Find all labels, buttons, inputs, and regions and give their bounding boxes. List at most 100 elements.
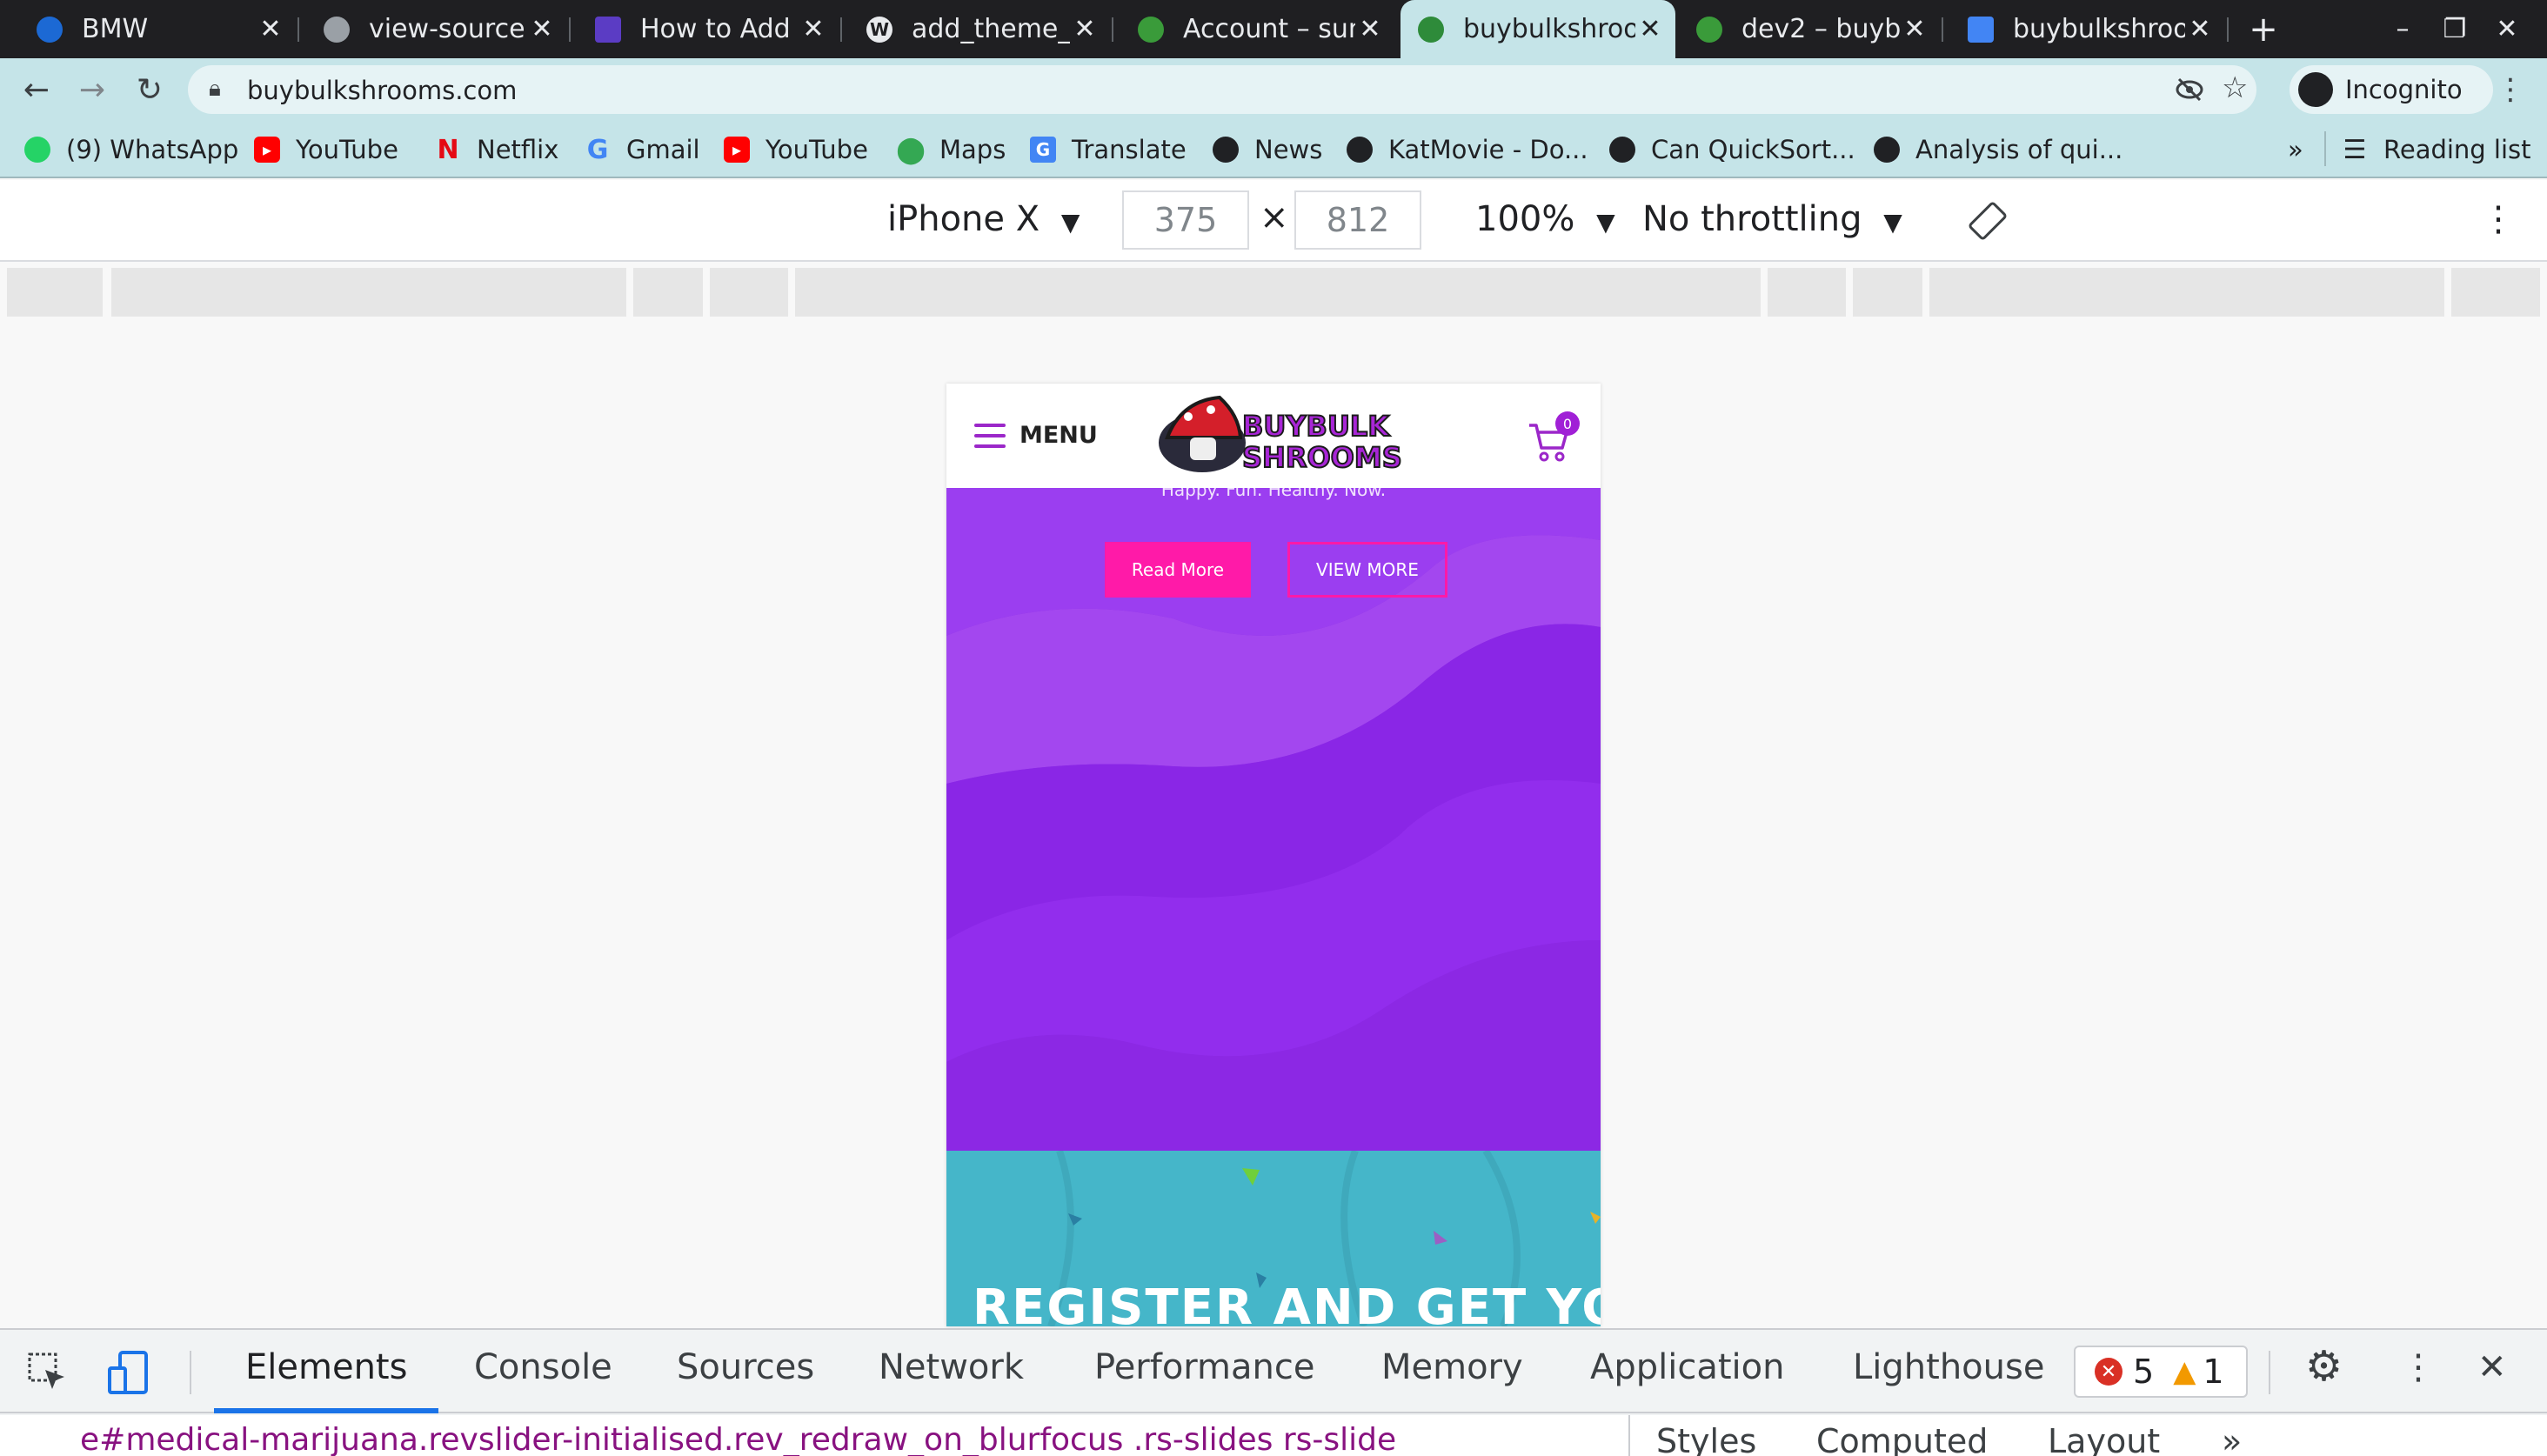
bookmark-item[interactable]: News (1213, 130, 1322, 170)
zoom-select[interactable]: 100% ▼ (1475, 199, 1615, 239)
media-query-segment[interactable] (7, 268, 103, 317)
bookmark-label: YouTube (765, 135, 868, 164)
devtools-tab-application[interactable]: Application (1590, 1347, 1785, 1387)
settings-gear-icon[interactable]: ⚙ (2305, 1342, 2343, 1391)
close-tab-icon[interactable]: ✕ (1070, 14, 1100, 44)
browser-tab[interactable]: How to Add a ✕ (578, 0, 839, 58)
tab-title: view-source:lo (369, 14, 527, 44)
bookmark-item[interactable]: ⬤ Maps (896, 130, 1006, 170)
browser-tab[interactable]: buybulkshroo ✕ (1950, 0, 2225, 58)
browser-toolbar: ← → ↻ 🔒︎ buybulkshrooms.com ☆ Incognito … (0, 58, 2547, 121)
dimension-separator: × (1260, 197, 1289, 237)
kebab-menu-icon[interactable]: ⋮ (2401, 1347, 2436, 1387)
devtools-tab-network[interactable]: Network (879, 1347, 1024, 1387)
browser-tab-active[interactable]: buybulkshroo ✕ (1401, 0, 1675, 58)
address-bar[interactable]: 🔒︎ buybulkshrooms.com ☆ (188, 65, 2256, 114)
view-more-button[interactable]: VIEW MORE (1287, 542, 1447, 598)
dom-breadcrumb[interactable]: e#medical-marijuana.revslider-initialise… (80, 1422, 1396, 1456)
device-select[interactable]: iPhone X ▼ (887, 199, 1080, 239)
close-tab-icon[interactable]: ✕ (256, 14, 285, 44)
media-query-segment[interactable] (710, 268, 788, 317)
bookmark-label: (9) WhatsApp (66, 135, 239, 164)
media-query-segment[interactable] (795, 268, 1761, 317)
bookmark-item[interactable]: Can QuickSort... (1609, 130, 1855, 170)
bookmark-item[interactable]: ▸ YouTube (254, 130, 398, 170)
close-tab-icon[interactable]: ✕ (1355, 14, 1385, 44)
width-input[interactable]: 375 (1122, 190, 1249, 250)
forward-arrow-icon[interactable]: → (73, 70, 111, 109)
issues-counter[interactable]: ✕ 5 ▲ 1 (2074, 1346, 2248, 1398)
tab-separator (297, 17, 299, 42)
close-tab-icon[interactable]: ✕ (527, 14, 557, 44)
dropdown-arrow-icon: ▼ (1596, 208, 1615, 237)
minimize-icon[interactable]: – (2377, 0, 2429, 58)
close-tab-icon[interactable]: ✕ (1900, 14, 1929, 44)
close-tab-icon[interactable]: ✕ (2185, 14, 2215, 44)
devtools-tab-performance[interactable]: Performance (1094, 1347, 1314, 1387)
devtools-tab-elements[interactable]: Elements (245, 1347, 407, 1387)
bookmark-item[interactable]: Analysis of qui... (1874, 130, 2122, 170)
devtools-tab-sources[interactable]: Sources (677, 1347, 814, 1387)
height-input[interactable]: 812 (1294, 190, 1421, 250)
bookmark-label: Translate (1072, 135, 1187, 164)
eye-slash-icon[interactable] (2175, 76, 2204, 104)
bookmark-item[interactable]: G Gmail (585, 130, 700, 170)
back-arrow-icon[interactable]: ← (17, 70, 56, 109)
close-devtools-icon[interactable]: ✕ (2477, 1347, 2507, 1387)
incognito-icon (2298, 72, 2333, 107)
media-query-segment[interactable] (1768, 268, 1846, 317)
browser-tab[interactable]: Account – sun ✕ (1120, 0, 1395, 58)
media-query-segment[interactable] (1929, 268, 2444, 317)
browser-tab[interactable]: BMW ✕ (19, 0, 296, 58)
hero-tagline: Happy. Fun. Healthy. Now. (1160, 488, 1387, 500)
bookmark-item[interactable]: (9) WhatsApp (24, 130, 238, 170)
browser-tab[interactable]: view-source:lo ✕ (306, 0, 567, 58)
divider (2269, 1351, 2270, 1394)
bookmark-item[interactable]: ▸ YouTube (724, 130, 868, 170)
bookmarks-overflow-button[interactable]: » (2288, 130, 2303, 170)
media-query-segment[interactable] (111, 268, 626, 317)
device-toggle-icon[interactable] (106, 1349, 153, 1396)
media-query-segment[interactable] (1853, 268, 1922, 317)
bookmarks-bar: (9) WhatsApp ▸ YouTube N Netflix G Gmail… (0, 121, 2547, 178)
bookmark-item[interactable]: G Translate (1030, 130, 1187, 170)
close-tab-icon[interactable]: ✕ (1635, 14, 1665, 44)
reading-list-button[interactable]: ☰ Reading list (2342, 130, 2531, 170)
rotate-icon[interactable] (1966, 199, 2009, 243)
dropdown-arrow-icon: ▼ (1883, 208, 1902, 237)
site-logo[interactable]: BUYBULK SHROOMS (1155, 389, 1407, 486)
browser-tab[interactable]: dev2 – buybul ✕ (1679, 0, 1940, 58)
styles-tab[interactable]: Styles (1656, 1422, 1756, 1456)
computed-tab[interactable]: Computed (1816, 1422, 1988, 1456)
new-tab-button[interactable]: + (2237, 0, 2290, 58)
devtools-tab-lighthouse[interactable]: Lighthouse (1853, 1347, 2044, 1387)
hamburger-menu-icon[interactable] (974, 424, 1006, 448)
menu-label[interactable]: MENU (1019, 422, 1098, 449)
kebab-menu-icon[interactable]: ⋮ (2491, 70, 2530, 109)
close-window-icon[interactable]: ✕ (2481, 0, 2533, 58)
star-bookmark-icon[interactable]: ☆ (2222, 70, 2248, 105)
incognito-profile[interactable]: Incognito (2290, 65, 2493, 114)
throttling-select[interactable]: No throttling ▼ (1642, 199, 1902, 239)
devtools-tab-console[interactable]: Console (474, 1347, 612, 1387)
youtube-icon: ▸ (724, 137, 750, 163)
bookmark-item[interactable]: N Netflix (435, 130, 558, 170)
kebab-menu-icon[interactable]: ⋮ (2481, 199, 2516, 239)
cart-button[interactable]: 0 (1528, 411, 1580, 464)
lock-icon: 🔒︎ (209, 76, 221, 102)
devtools-tab-memory[interactable]: Memory (1381, 1347, 1523, 1387)
restore-icon[interactable]: ❐ (2429, 0, 2481, 58)
translate-icon: G (1030, 137, 1056, 163)
tab-separator (840, 17, 842, 42)
browser-tab[interactable]: W add_theme_s ✕ (849, 0, 1110, 58)
inspect-element-icon[interactable] (26, 1351, 70, 1394)
layout-tab[interactable]: Layout (2048, 1422, 2160, 1456)
media-query-segment[interactable] (2451, 268, 2540, 317)
read-more-button[interactable]: Read More (1105, 542, 1251, 598)
maps-icon: ⬤ (896, 134, 926, 165)
bookmark-item[interactable]: KatMovie - Do... (1347, 130, 1588, 170)
more-tabs-button[interactable]: » (2222, 1422, 2242, 1456)
close-tab-icon[interactable]: ✕ (799, 14, 828, 44)
media-query-segment[interactable] (633, 268, 703, 317)
reload-icon[interactable]: ↻ (130, 70, 169, 109)
